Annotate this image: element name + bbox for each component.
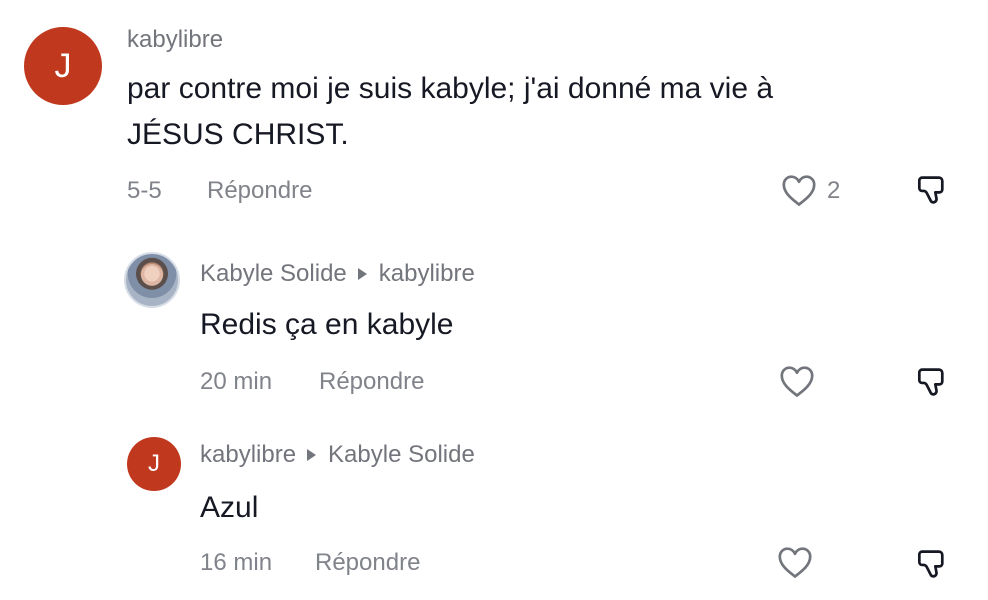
thumbs-down-outline-icon[interactable] — [913, 363, 951, 401]
reply-button[interactable]: Répondre — [315, 549, 420, 577]
avatar[interactable] — [124, 252, 180, 308]
reply-arrow-icon — [307, 448, 317, 461]
comment-text-line-1: par contre moi je suis kabyle; j'ai donn… — [127, 72, 774, 105]
avatar-letter: J — [148, 450, 160, 477]
heart-outline-icon[interactable] — [780, 172, 818, 208]
reply-button[interactable]: Répondre — [319, 368, 424, 396]
reply-date: 16 min — [200, 549, 273, 576]
reply-target-username[interactable]: Kabyle Solide — [328, 441, 475, 468]
avatar-face — [141, 264, 163, 286]
thumbs-down-outline-icon[interactable] — [913, 545, 951, 583]
like-count: 2 — [827, 177, 841, 204]
heart-outline-icon[interactable] — [776, 544, 814, 580]
comment-date: 5-5 — [127, 177, 162, 204]
reply-date: 20 min — [200, 368, 273, 395]
reply-text: Azul — [200, 491, 259, 524]
reply-text: Redis ça en kabyle — [200, 308, 454, 341]
thumbs-down-outline-icon[interactable] — [913, 171, 951, 209]
reply-button[interactable]: Répondre — [207, 177, 312, 205]
avatar-letter: J — [54, 46, 72, 85]
reply-username[interactable]: kabylibre — [200, 441, 296, 468]
avatar[interactable]: J — [127, 437, 181, 491]
reply-username-line: kabylibre Kabyle Solide — [200, 441, 475, 469]
heart-outline-icon[interactable] — [778, 363, 816, 399]
comment-text-line-2: JÉSUS CHRIST. — [127, 118, 349, 151]
avatar[interactable]: J — [24, 27, 102, 105]
reply-username-line: Kabyle Solide kabylibre — [200, 260, 475, 288]
reply-username[interactable]: Kabyle Solide — [200, 260, 347, 287]
reply-arrow-icon — [357, 267, 367, 280]
reply-target-username[interactable]: kabylibre — [379, 260, 475, 287]
comment-username[interactable]: kabylibre — [127, 26, 223, 54]
